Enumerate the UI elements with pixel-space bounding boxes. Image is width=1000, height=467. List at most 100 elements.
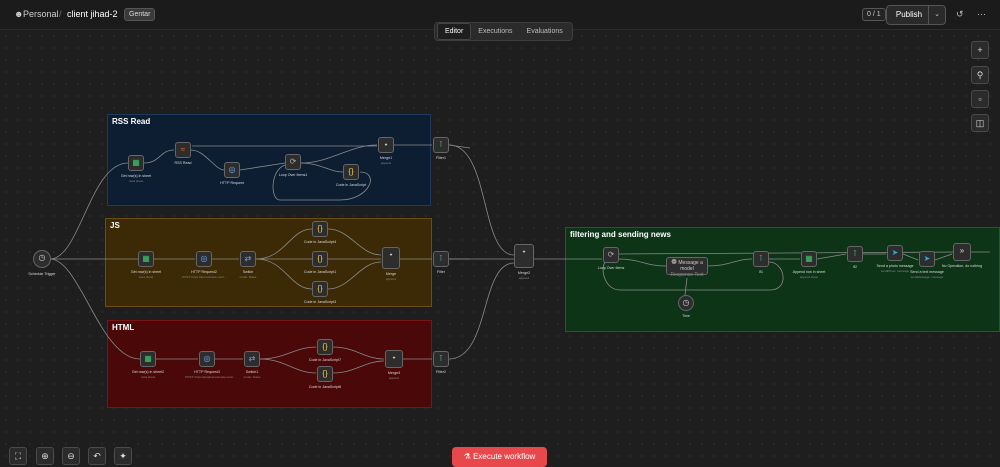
- node-sub: Response Text: [670, 272, 704, 278]
- sticky-note-button[interactable]: ▫: [971, 90, 989, 108]
- js-filter-node[interactable]: ⊺: [433, 251, 449, 267]
- view-tabs: Editor Executions Evaluations: [434, 22, 573, 41]
- time-node[interactable]: ◷: [678, 295, 694, 311]
- filter-icon: ⊺: [438, 140, 444, 149]
- rss-code-node[interactable]: {}: [343, 164, 359, 180]
- node-sub: append: [388, 376, 399, 380]
- node-sub: append: [380, 161, 391, 165]
- search-nodes-button[interactable]: ⚲: [971, 66, 989, 84]
- connections: [49, 144, 990, 374]
- merge-icon: ⋆: [388, 250, 394, 259]
- node-label: Merge4: [387, 371, 401, 375]
- filter-icon: ⊺: [438, 254, 444, 263]
- rss-read-node[interactable]: ≈: [175, 142, 191, 158]
- node-label: No Operation, do nothing: [941, 264, 983, 268]
- panel-icon: ◫: [975, 118, 985, 128]
- node-label: Send a text message: [910, 270, 944, 274]
- node-label: Code in JavaScript: [335, 183, 367, 187]
- node-sub: POST: https://graphql.example.com/...: [185, 375, 236, 379]
- node-label: Append row in sheet: [792, 270, 826, 274]
- node-label: Switch: [242, 270, 254, 274]
- sheets-icon: ▦: [805, 254, 813, 263]
- telegram-icon: ➤: [923, 254, 931, 263]
- zoom-out-button[interactable]: ⊖: [62, 447, 80, 465]
- node-label: Switch1: [245, 370, 259, 374]
- tab-executions[interactable]: Executions: [471, 24, 519, 39]
- rss-sheet-node[interactable]: ▦: [128, 155, 144, 171]
- html-merge-node[interactable]: ⋆: [385, 350, 403, 368]
- js-merge-node[interactable]: ⋆: [382, 247, 400, 269]
- zoom-in-icon: ⊕: [41, 451, 49, 461]
- clock-icon: ◷: [682, 298, 690, 307]
- send-text-node[interactable]: ➤: [919, 251, 935, 267]
- node-label: Loop Over Items1: [278, 173, 308, 177]
- schedule-trigger-node[interactable]: ◷: [33, 250, 51, 268]
- node-label: Get row(s) in sheet: [120, 174, 152, 178]
- html-code8-node[interactable]: {}: [317, 366, 333, 382]
- merge-icon: ⋆: [391, 353, 397, 362]
- html-http-node[interactable]: ◎: [199, 351, 215, 367]
- add-node-button[interactable]: +: [971, 41, 989, 59]
- node-label: Code in JavaScript8: [308, 385, 342, 389]
- noop-node[interactable]: »: [953, 243, 971, 261]
- html-sheet-node[interactable]: ▦: [140, 351, 156, 367]
- if-icon: ⊺: [758, 254, 764, 263]
- rss-filter-node[interactable]: ⊺: [433, 137, 449, 153]
- code-icon: {}: [317, 224, 323, 233]
- filter-loop-node[interactable]: ⟳: [603, 247, 619, 263]
- toggle-panel-button[interactable]: ◫: [971, 114, 989, 132]
- undo-icon: ↶: [93, 451, 101, 461]
- message-model-node[interactable]: ❁ Message a model Response Text: [666, 257, 708, 278]
- telegram-icon: ➤: [891, 248, 899, 257]
- js-sheet-node[interactable]: ▦: [138, 251, 154, 267]
- js-code1-node[interactable]: {}: [312, 251, 328, 267]
- code-icon: {}: [322, 369, 328, 378]
- node-label: HTTP Request: [220, 181, 244, 185]
- globe-icon: ◎: [200, 254, 208, 263]
- node-label: Code in JavaScript7: [308, 358, 342, 362]
- if1-node[interactable]: ⊺: [753, 251, 769, 267]
- node-label: Filter1: [436, 156, 446, 160]
- code-icon: {}: [348, 167, 354, 176]
- node-label: Filter: [437, 270, 445, 274]
- execute-workflow-button[interactable]: ⚗ Execute workflow: [452, 447, 547, 467]
- sheets-icon: ▦: [142, 254, 150, 263]
- node-sub: mode: Rules: [243, 375, 261, 379]
- execute-label: Execute workflow: [473, 452, 536, 461]
- send-photo-node[interactable]: ➤: [887, 245, 903, 261]
- if2-node[interactable]: ⊺: [847, 246, 863, 262]
- node-label: Get row(s) in sheet2: [131, 370, 165, 374]
- js-switch-node[interactable]: ⇄: [240, 251, 256, 267]
- filter-icon: ⊺: [438, 354, 444, 363]
- code-icon: {}: [317, 284, 323, 293]
- node-label: Merge1: [379, 156, 393, 160]
- node-label: Message a model: [678, 260, 703, 272]
- rss-merge-node[interactable]: ⋆: [378, 137, 394, 153]
- node-label: RSS Read: [174, 161, 192, 165]
- tidy-up-button[interactable]: ✦: [114, 447, 132, 465]
- merge-icon: ⋆: [521, 247, 527, 256]
- tab-editor[interactable]: Editor: [437, 23, 472, 40]
- tab-evaluations[interactable]: Evaluations: [520, 24, 570, 39]
- main-merge-node[interactable]: ⋆: [514, 244, 534, 268]
- node-label: Code in JavaScript1: [303, 270, 337, 274]
- rss-loop-node[interactable]: ⟳: [285, 154, 301, 170]
- html-code7-node[interactable]: {}: [317, 339, 333, 355]
- fit-view-button[interactable]: ⛶: [9, 447, 27, 465]
- js-code4-node[interactable]: {}: [312, 221, 328, 237]
- rss-http-node[interactable]: ◎: [224, 162, 240, 178]
- sheets-icon: ▦: [132, 158, 140, 167]
- html-filter-node[interactable]: ⊺: [433, 351, 449, 367]
- append-sheet-node[interactable]: ▦: [801, 251, 817, 267]
- js-code3-node[interactable]: {}: [312, 281, 328, 297]
- search-icon: ⚲: [976, 70, 984, 80]
- openai-icon: ❁: [671, 259, 677, 266]
- node-label: Filter2: [436, 370, 446, 374]
- code-icon: {}: [322, 342, 328, 351]
- node-label: Merge2: [517, 271, 531, 275]
- html-switch-node[interactable]: ⇄: [244, 351, 260, 367]
- node-sub: POST: https://api.example.com/...: [182, 275, 227, 279]
- undo-button[interactable]: ↶: [88, 447, 106, 465]
- zoom-in-button[interactable]: ⊕: [36, 447, 54, 465]
- js-http-node[interactable]: ◎: [196, 251, 212, 267]
